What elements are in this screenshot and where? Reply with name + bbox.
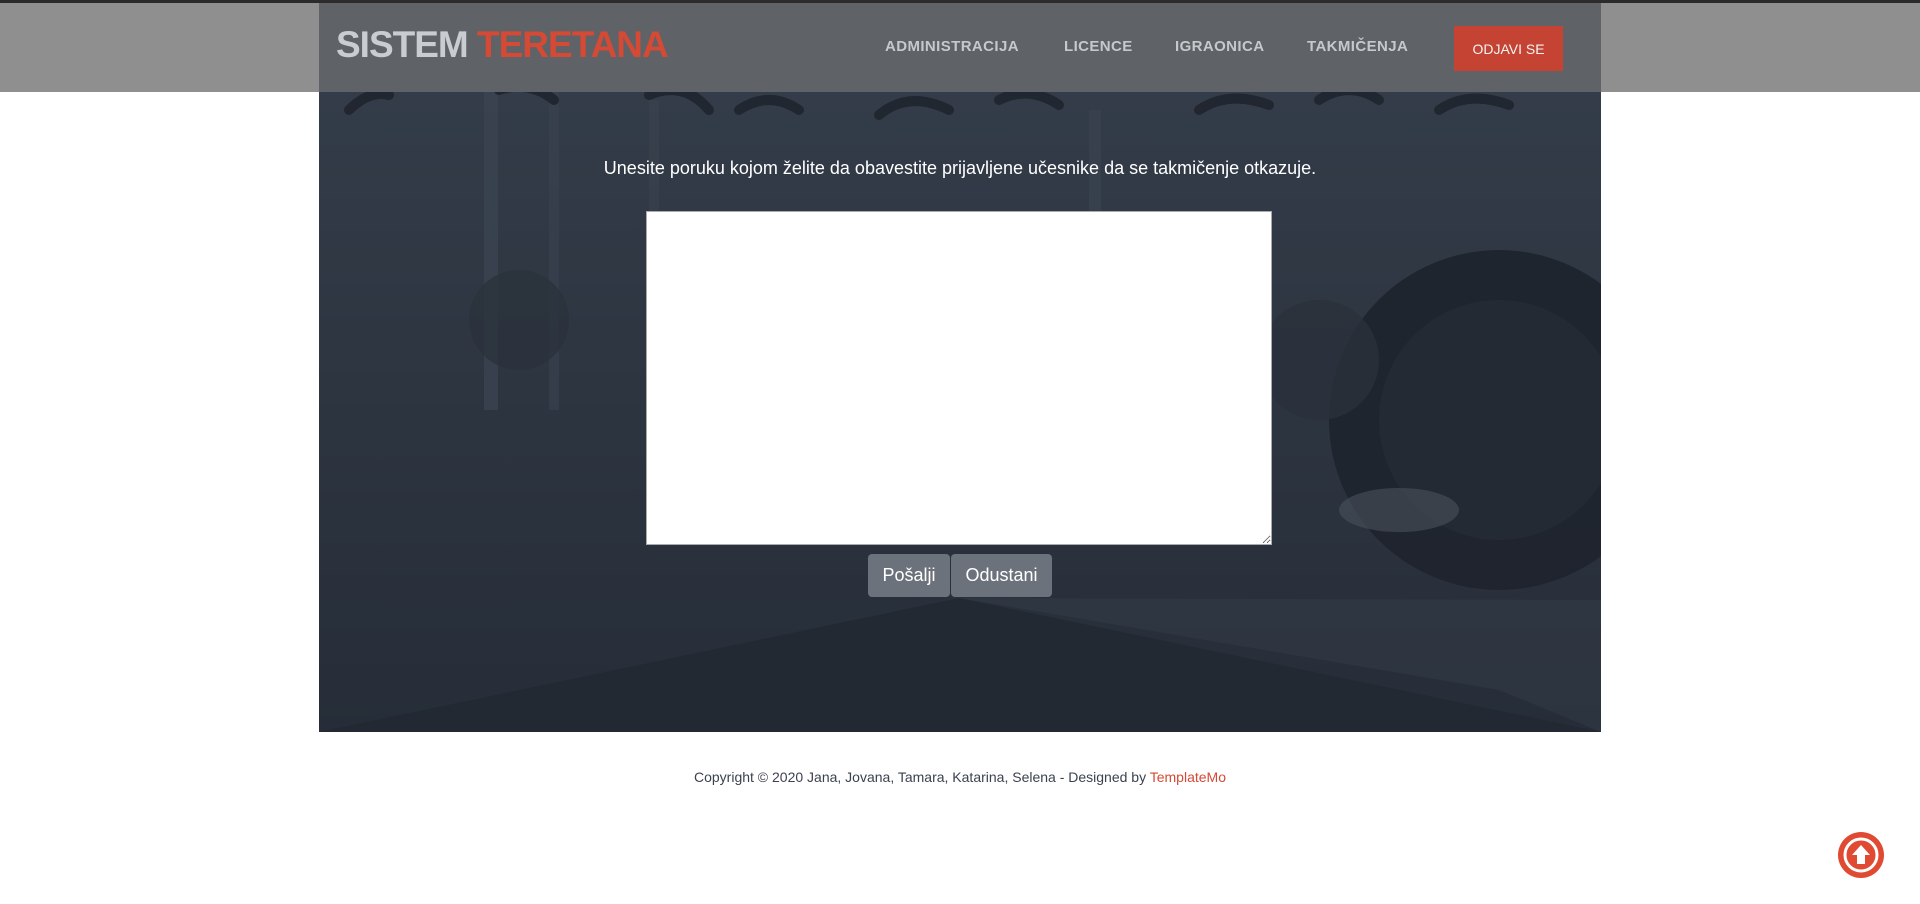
logout-button[interactable]: ODJAVI SE [1454,26,1563,71]
arrow-up-circle-icon [1843,837,1879,873]
top-navbar: SISTEM TERETANA ADMINISTRACIJA LICENCE I… [0,0,1920,92]
footer-templatemo-link[interactable]: TemplateMo [1150,769,1226,785]
nav-item-igraonica[interactable]: IGRAONICA [1175,38,1264,55]
nav-item-takmicenja[interactable]: TAKMIČENJA [1307,38,1408,55]
navbar-container: SISTEM TERETANA ADMINISTRACIJA LICENCE I… [319,0,1601,92]
footer-copyright-text: Copyright © 2020 Jana, Jovana, Tamara, K… [693,769,1147,785]
message-prompt: Unesite poruku kojom želite da obavestit… [603,158,1317,178]
footer-copyright: Copyright © 2020 Jana, Jovana, Tamara, K… [0,769,1920,785]
send-button[interactable]: Pošalji [868,554,950,597]
top-border [0,0,1920,3]
nav-item-licence[interactable]: LICENCE [1064,38,1133,55]
scroll-to-top-button[interactable] [1838,832,1884,878]
main-nav: ADMINISTRACIJA LICENCE IGRAONICA TAKMIČE… [319,38,1601,58]
nav-item-administracija[interactable]: ADMINISTRACIJA [885,38,1019,55]
cancel-button[interactable]: Odustani [951,554,1052,597]
cancellation-message-textarea[interactable] [646,211,1272,545]
